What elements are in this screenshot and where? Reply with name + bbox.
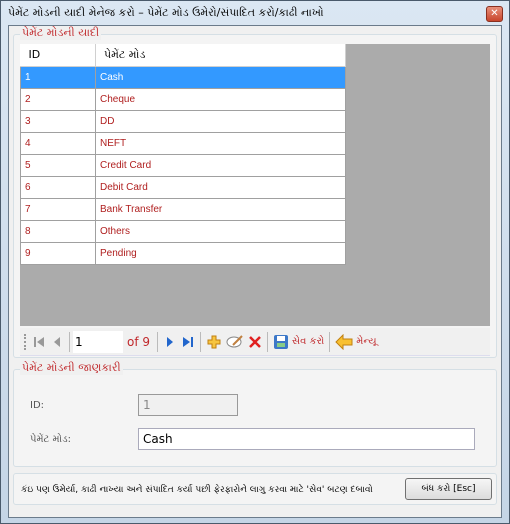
details-group-legend: પેમેંટ મોડની જાણકારી [20,361,123,375]
move-previous-button[interactable] [50,330,64,354]
cell-payment-mode[interactable]: Cheque [95,87,346,111]
cell-id[interactable]: 5 [20,153,96,177]
table-row[interactable]: 2 Cheque [20,87,346,111]
move-next-button[interactable] [163,330,177,354]
payment-mode-grid: ID પેમેંટ મોડ 1 Cash 2 Cheque 3 DD 4 NEFT 5 Credi… [20,44,490,326]
cell-payment-mode[interactable]: Others [95,219,346,243]
cell-id[interactable]: 4 [20,131,96,155]
cell-payment-mode[interactable]: DD [95,109,346,133]
back-arrow-icon [335,333,353,350]
position-input[interactable] [73,330,123,353]
delete-button[interactable] [248,330,262,354]
client-area: પેમેંટ મોડની યાદી ID પેમેંટ મોડ 1 Cash 2 Ch… [8,25,502,518]
separator [69,331,70,352]
close-icon: ✕ [490,8,499,19]
menu-label: મેન્યૂ [356,336,377,347]
separator [329,331,331,352]
cell-payment-mode[interactable]: Pending [95,241,346,265]
close-window-button[interactable]: ✕ [486,6,503,22]
menu-button[interactable]: મેન્યૂ [335,330,377,354]
footer-hint: કંઇ પણ ઉમેર્યા, કાઢી નાખ્યા અને સંપાદિત … [21,485,373,495]
title-bar: પેમેંટ મોડની યાદી મેનેજ કરો – પેમેંટ મોડ… [1,1,509,25]
cell-id[interactable]: 8 [20,219,96,243]
move-last-icon [183,336,194,347]
cell-payment-mode[interactable]: Cash [95,65,346,89]
column-header-id[interactable]: ID [20,44,96,67]
binding-navigator: of 9 [20,328,490,356]
cell-id[interactable]: 3 [20,109,96,133]
cell-id[interactable]: 6 [20,175,96,199]
cell-payment-mode[interactable]: Credit Card [95,153,346,177]
dialog-window: પેમેંટ મોડની યાદી મેનેજ કરો – પેમેંટ મોડ… [0,0,510,524]
edit-button[interactable] [226,330,244,354]
window-title: પેમેંટ મોડની યાદી મેનેજ કરો – પેમેંટ મોડ… [8,6,324,19]
table-row[interactable]: 6 Debit Card [20,175,346,199]
table-row[interactable]: 3 DD [20,109,346,133]
move-first-icon [34,336,44,347]
move-first-button[interactable] [32,330,46,354]
payment-mode-details-group: પેમેંટ મોડની જાણકારી ID: 1 પેમેંટ મોડ: C… [13,361,497,467]
table-row[interactable]: 7 Bank Transfer [20,197,346,221]
save-icon [274,334,289,349]
cell-id[interactable]: 1 [20,65,96,89]
table-row[interactable]: 8 Others [20,219,346,243]
cell-id[interactable]: 7 [20,197,96,221]
separator [267,331,269,352]
id-field: 1 [138,394,238,416]
move-last-button[interactable] [181,330,195,354]
table-header-row: ID પેમેંટ મોડ [20,44,346,67]
table-row[interactable]: 4 NEFT [20,131,346,155]
delete-icon [249,335,261,348]
separator [200,331,202,352]
move-next-icon [167,336,174,347]
table-row[interactable]: 1 Cash [20,65,346,89]
grip-handle[interactable] [24,333,30,350]
cell-id[interactable]: 9 [20,241,96,265]
table-row[interactable]: 9 Pending [20,241,346,265]
payment-mode-table: ID પેમેંટ મોડ 1 Cash 2 Cheque 3 DD 4 NEFT 5 Credi… [20,44,346,265]
record-count-label: of 9 [127,334,151,349]
close-button[interactable]: બંધ કરો [Esc] [405,478,492,500]
payment-mode-label: પેમેંટ મોડ: [30,434,71,445]
column-header-mode[interactable]: પેમેંટ મોડ [95,44,346,67]
cell-payment-mode[interactable]: NEFT [95,131,346,155]
cell-id[interactable]: 2 [20,87,96,111]
add-new-button[interactable] [206,330,222,354]
edit-icon [226,334,243,347]
save-button[interactable]: સેવ કરો [273,330,324,354]
move-previous-icon [54,336,60,347]
separator [157,331,159,352]
plus-icon [207,335,221,348]
cell-payment-mode[interactable]: Debit Card [95,175,346,199]
cell-payment-mode[interactable]: Bank Transfer [95,197,346,221]
save-label: સેવ કરો [292,336,325,347]
list-group-legend: પેમેંટ મોડની યાદી [20,26,102,40]
payment-mode-list-group: પેમેંટ મોડની યાદી ID પેમેંટ મોડ 1 Cash 2 Ch… [13,26,497,358]
table-row[interactable]: 5 Credit Card [20,153,346,177]
payment-mode-input[interactable]: Cash [138,428,475,450]
id-label: ID: [30,400,45,411]
